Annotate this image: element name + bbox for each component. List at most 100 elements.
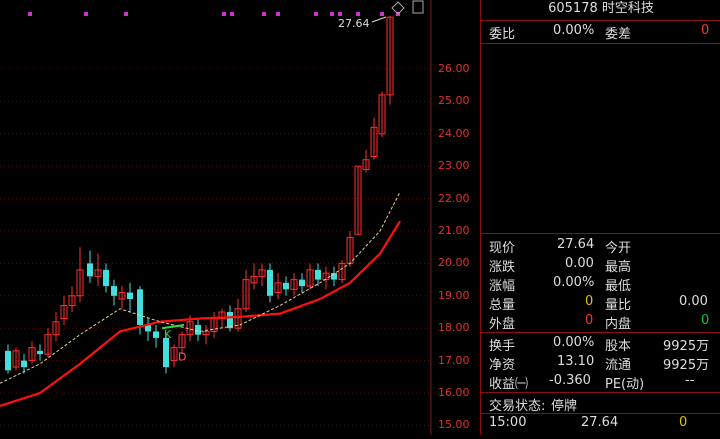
shouyi-value: -0.360 xyxy=(549,373,591,388)
zuigao-label: 最高 xyxy=(605,260,632,275)
tick-row[interactable]: 15:00 27.64 0 xyxy=(481,414,720,433)
row-waipan: 外盘 0 内盘 0 xyxy=(481,312,720,332)
high-price-arrow xyxy=(371,16,387,23)
weicha-value: 0 xyxy=(701,23,710,38)
candle-body-down xyxy=(267,269,273,296)
price-tick-label: 22.00 xyxy=(438,191,470,205)
zhangfu-value: 0.00% xyxy=(553,275,595,290)
price-tick-label: 20.00 xyxy=(438,256,470,270)
status-value: 停牌 xyxy=(551,399,578,414)
tick-volume: 0 xyxy=(679,415,688,430)
row-status: 交易状态: 停牌 xyxy=(481,394,720,414)
price-tick-label: 17.00 xyxy=(438,353,470,367)
jinkai-label: 今开 xyxy=(605,241,632,256)
zongliang-label: 总量 xyxy=(489,298,516,313)
event-marker xyxy=(28,12,32,16)
price-tick-label: 21.00 xyxy=(438,224,470,237)
event-marker xyxy=(124,12,128,16)
liangbi-label: 量比 xyxy=(605,298,632,313)
high-price-label: 27.64 xyxy=(338,17,370,30)
candle-body-down xyxy=(153,331,159,338)
price-axis: 26.00 25.00 24.00 23.00 22.00 21.00 20.00 19.00… xyxy=(432,0,480,435)
tick-price: 27.64 xyxy=(581,415,619,430)
row-zhangdie: 涨跌 0.00 最高 xyxy=(481,255,720,275)
row-zongliang: 总量 0 量比 0.00 xyxy=(481,293,720,313)
guben-value: 9925万 xyxy=(663,339,710,354)
candle-body-down xyxy=(315,269,321,280)
event-marker xyxy=(338,12,342,16)
event-marker xyxy=(230,12,234,16)
event-marker xyxy=(276,12,280,16)
event-marker xyxy=(262,12,266,16)
event-marker xyxy=(314,12,318,16)
weicha-label: 委差 xyxy=(605,27,632,42)
price-tick-label: 18.00 xyxy=(438,321,470,335)
event-marker xyxy=(84,12,88,16)
price-tick-label: 25.00 xyxy=(438,94,470,108)
divider xyxy=(481,332,720,333)
jingzi-label: 净资 xyxy=(489,358,516,373)
huanshou-value: 0.00% xyxy=(553,335,595,350)
zhangdie-value: 0.00 xyxy=(565,256,594,271)
price-tick-label: 26.00 xyxy=(438,62,470,75)
event-marker xyxy=(356,12,360,16)
divider xyxy=(481,392,720,393)
candle-body-down xyxy=(111,286,117,296)
candle-body-down xyxy=(299,279,305,287)
tick-time: 15:00 xyxy=(489,415,527,430)
candle-body-down xyxy=(283,282,289,290)
neipan-value: 0 xyxy=(701,313,710,328)
pe-label: PE(动) xyxy=(605,377,645,392)
price-tick-label: 24.00 xyxy=(438,126,470,140)
price-tick-label: 19.00 xyxy=(438,288,470,302)
event-marker xyxy=(330,12,334,16)
liutong-value: 9925万 xyxy=(663,358,710,373)
zhangfu-label: 涨幅 xyxy=(489,279,516,294)
liangbi-value: 0.00 xyxy=(679,294,708,309)
weibi-value: 0.00% xyxy=(553,23,595,38)
candle-body-down xyxy=(21,360,27,368)
candle-body-down xyxy=(5,350,11,371)
candle-body-down xyxy=(87,263,93,277)
price-tick-label: 15.00 xyxy=(438,418,470,432)
moving-average-line xyxy=(0,220,401,408)
liutong-label: 流通 xyxy=(605,358,632,373)
price-tick-label: 23.00 xyxy=(438,159,470,173)
xianjia-value: 27.64 xyxy=(557,237,595,252)
divider xyxy=(481,43,720,44)
xianjia-label: 现价 xyxy=(489,241,516,256)
stock-header: 605178 时空科技 xyxy=(481,0,720,21)
row-weibi: 委比 0.00% 委差 0 xyxy=(481,22,720,42)
candle-body-down xyxy=(37,350,43,355)
price-tick-label: 16.00 xyxy=(438,386,470,399)
row-zhangfu: 涨幅 0.00% 最低 xyxy=(481,274,720,294)
candle-body-down xyxy=(137,289,143,325)
neipan-label: 内盘 xyxy=(605,317,632,332)
event-marker xyxy=(222,12,226,16)
row-xianjia: 现价 27.64 今开 xyxy=(481,236,720,256)
waipan-label: 外盘 xyxy=(489,317,516,332)
candle-body-down xyxy=(127,292,133,300)
candle-body-down xyxy=(195,324,201,335)
kline-svg: 27.64 KD xyxy=(0,0,432,435)
event-marker xyxy=(380,12,384,16)
row-jingzi: 净资 13.10 流通 9925万 xyxy=(481,353,720,373)
guben-label: 股本 xyxy=(605,339,632,354)
divider xyxy=(481,233,720,234)
huanshou-label: 换手 xyxy=(489,339,516,354)
row-huanshou: 换手 0.00% 股本 9925万 xyxy=(481,334,720,354)
k-label: K xyxy=(164,328,172,341)
weibi-label: 委比 xyxy=(489,27,516,42)
shouyi-label: 收益㈠ xyxy=(489,377,529,392)
row-shouyi: 收益㈠ -0.360 PE(动) -- xyxy=(481,372,720,392)
candle-body-down xyxy=(103,269,109,287)
jingzi-value: 13.10 xyxy=(557,354,595,369)
kline-chart[interactable]: 27.64 K D xyxy=(0,0,432,435)
status-label: 交易状态: xyxy=(489,399,546,414)
panel-scroll-edge[interactable] xyxy=(715,20,720,435)
d-label: D xyxy=(178,351,186,364)
candle-body-down xyxy=(163,337,169,368)
window-icon xyxy=(412,0,424,14)
zongliang-value: 0 xyxy=(585,294,594,309)
pe-value: -- xyxy=(685,373,695,388)
